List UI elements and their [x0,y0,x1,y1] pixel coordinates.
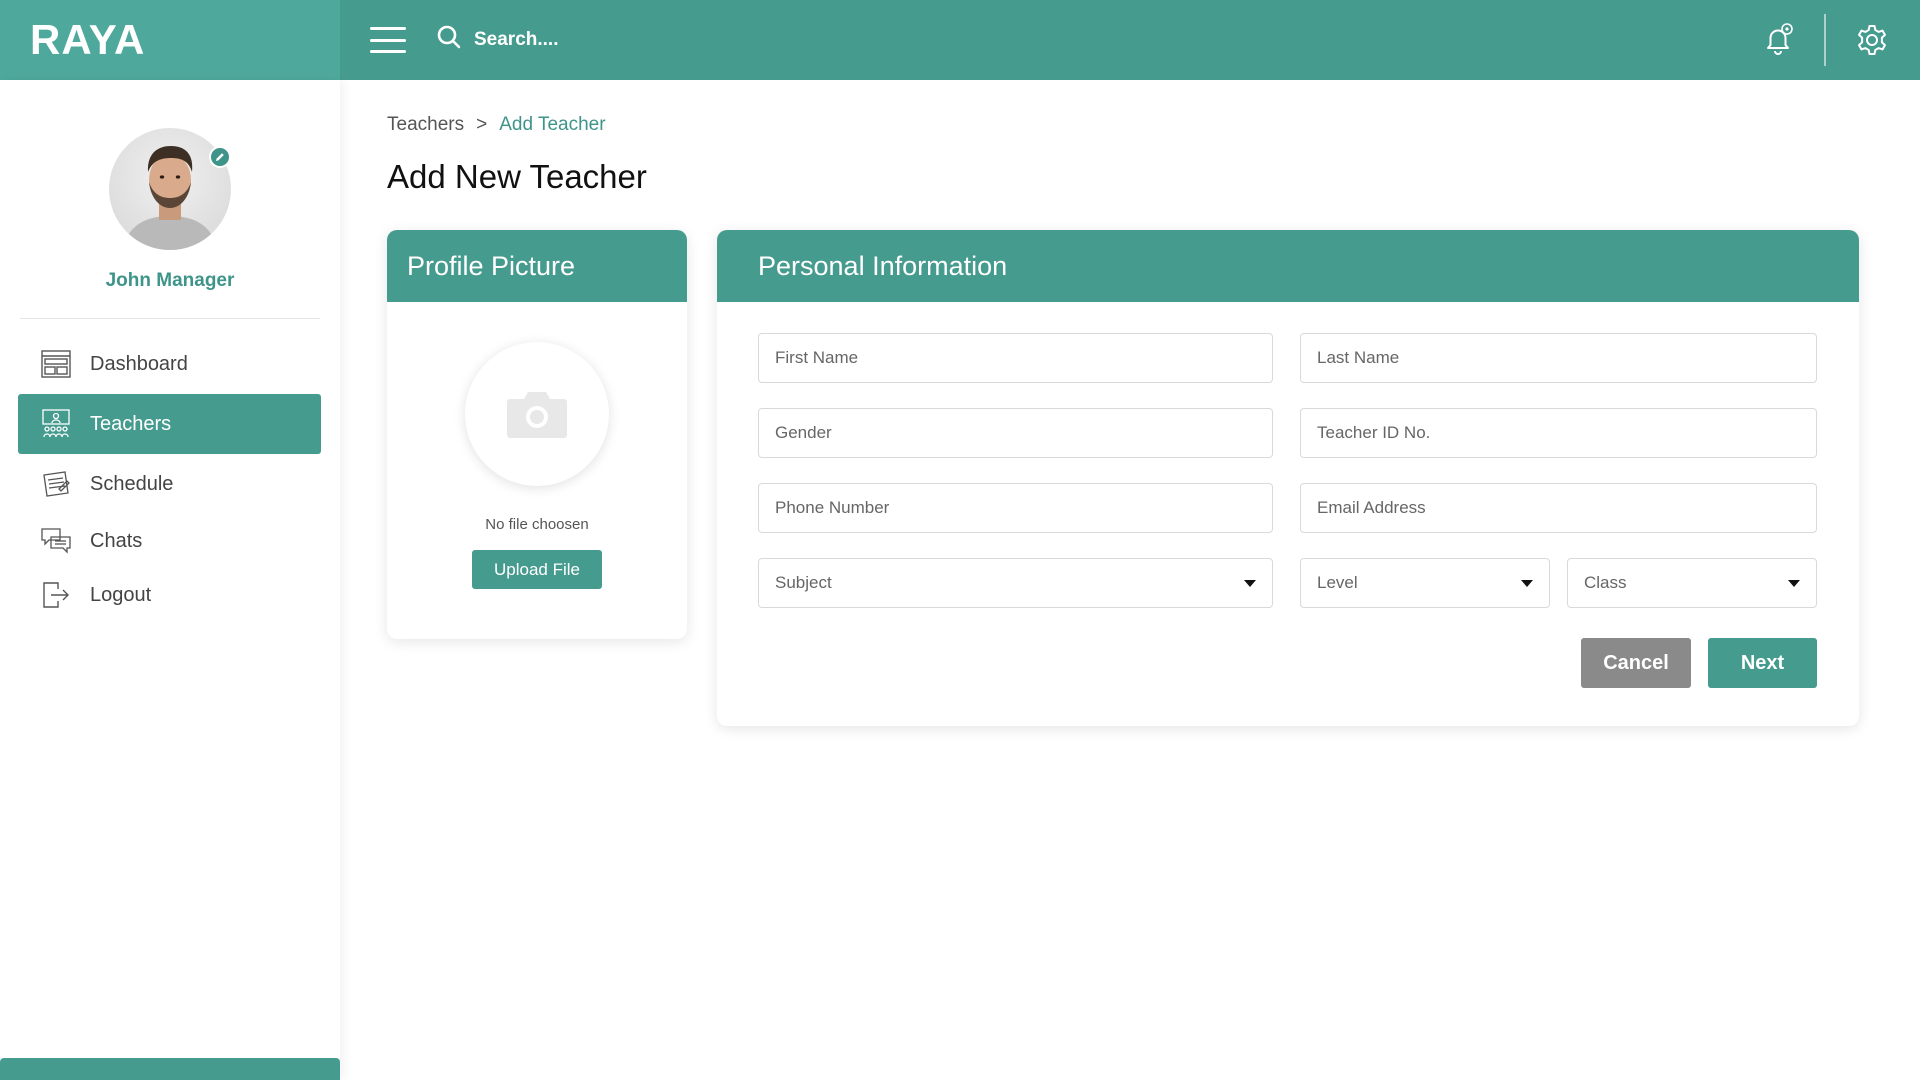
logout-icon [40,579,72,611]
chat-icon [40,525,72,557]
sidebar-footer [0,1058,340,1080]
teachers-icon [40,408,72,440]
teacher-id-input[interactable] [1301,409,1816,457]
profile-picture-card: Profile Picture No file choosen Upload F… [387,230,687,639]
last-name-input[interactable] [1301,334,1816,382]
sidebar-item-label: Logout [90,583,152,606]
gender-input[interactable] [759,409,1272,457]
edit-avatar-icon[interactable] [209,146,231,168]
breadcrumb-teachers[interactable]: Teachers [387,114,464,136]
chevron-down-icon [1788,579,1800,587]
breadcrumb-separator: > [476,114,488,135]
class-select-value: Class [1584,573,1627,592]
chevron-down-icon [1244,579,1256,587]
top-bar: RAYA [0,0,1920,80]
email-input[interactable] [1301,484,1816,532]
dashboard-icon [40,348,72,380]
sidebar-item-teachers[interactable]: Teachers [18,394,321,454]
no-file-text: No file choosen [485,516,589,533]
breadcrumb-add-teacher[interactable]: Add Teacher [499,114,605,136]
sidebar-item-label: Teachers [90,412,172,435]
search-input[interactable] [474,29,774,51]
email-field[interactable] [1300,483,1817,533]
breadcrumb: Teachers > Add Teacher [387,114,606,136]
phone-input[interactable] [759,484,1272,532]
page-title: Add New Teacher [387,158,647,195]
sidebar-item-schedule[interactable]: Schedule [18,454,321,514]
first-name-field[interactable] [758,333,1273,383]
teacher-id-field[interactable] [1300,408,1817,458]
subject-select-value: Subject [775,573,832,592]
cancel-button[interactable]: Cancel [1581,638,1691,688]
search-icon[interactable] [436,24,462,56]
menu-button[interactable] [370,25,406,55]
upload-file-button[interactable]: Upload File [472,550,602,589]
subject-select[interactable]: Subject [758,558,1273,608]
sidebar-item-label: Chats [90,529,143,552]
phone-field[interactable] [758,483,1273,533]
bell-icon[interactable] [1758,20,1798,60]
chevron-down-icon [1521,579,1533,587]
sidebar-nav: Dashboard Teachers Schedule Chats Logout [18,334,321,622]
last-name-field[interactable] [1300,333,1817,383]
sidebar: John Manager Dashboard Teachers Schedule… [0,80,340,1080]
topbar-actions [1758,0,1892,80]
sidebar-item-dashboard[interactable]: Dashboard [18,334,321,394]
gear-icon[interactable] [1852,20,1892,60]
avatar-container [109,128,231,250]
search-bar[interactable] [436,24,774,56]
sidebar-item-label: Schedule [90,472,174,495]
menu-icon-line [370,27,406,30]
personal-information-card: Personal Information Subject Level Class… [717,230,1859,726]
level-select[interactable]: Level [1300,558,1550,608]
next-button[interactable]: Next [1708,638,1817,688]
avatar[interactable] [109,128,231,250]
brand-logo[interactable]: RAYA [0,0,340,80]
user-name: John Manager [105,270,235,291]
personal-card-title: Personal Information [717,230,1859,302]
menu-icon-line [370,38,406,42]
menu-icon-line [370,50,406,53]
sidebar-item-chats[interactable]: Chats [18,514,321,568]
schedule-icon [40,468,72,500]
topbar-divider [1824,14,1826,66]
gender-field[interactable] [758,408,1273,458]
profile-card-title: Profile Picture [387,230,687,302]
sidebar-divider [20,318,320,319]
camera-icon [507,392,567,438]
photo-placeholder[interactable] [465,342,609,486]
sidebar-item-label: Dashboard [90,352,188,375]
first-name-input[interactable] [759,334,1272,382]
class-select[interactable]: Class [1567,558,1817,608]
level-select-value: Level [1317,573,1358,592]
sidebar-item-logout[interactable]: Logout [18,568,321,622]
